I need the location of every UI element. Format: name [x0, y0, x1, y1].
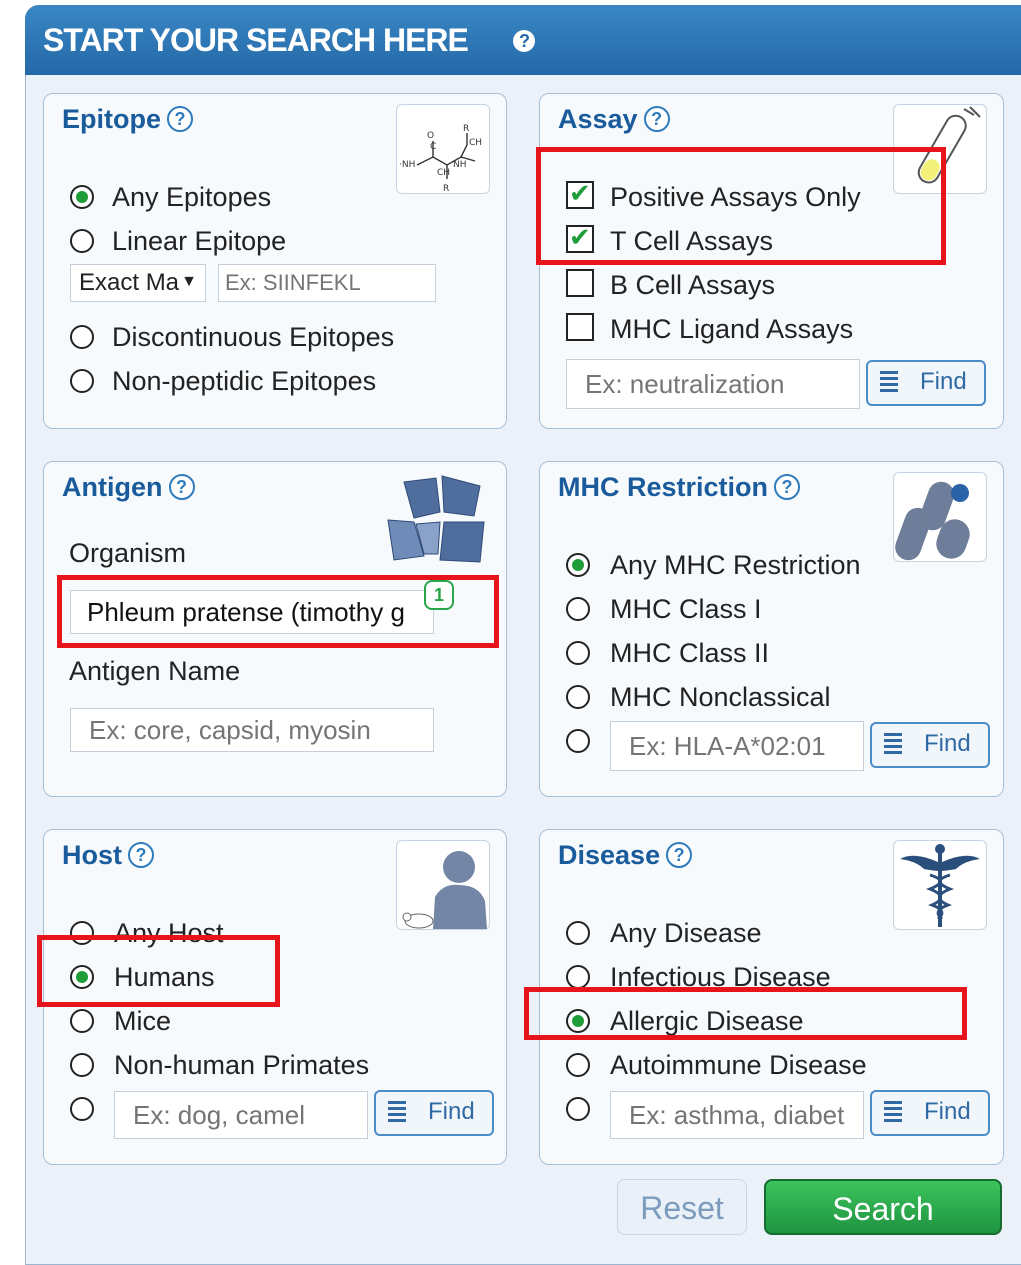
match-type-select[interactable]: Exact Ma ▼ [70, 264, 206, 302]
disease-title: Disease? [558, 840, 693, 871]
mhc-radio-class-i[interactable] [566, 597, 590, 621]
find-label: Find [924, 1098, 971, 1125]
antigen-name-label: Antigen Name [69, 656, 241, 686]
assay-search-input[interactable] [566, 359, 860, 409]
svg-text:R: R [443, 184, 449, 193]
disease-find-button[interactable]: Find [870, 1090, 990, 1136]
list-icon [884, 1101, 902, 1122]
search-header: START YOUR SEARCH HERE ? [25, 5, 1021, 75]
epitope-title: Epitope? [62, 104, 193, 135]
assay-find-button[interactable]: Find [866, 360, 986, 406]
list-icon [884, 733, 902, 754]
svg-text:·NH: ·NH [399, 160, 415, 170]
host-title: Host? [62, 840, 154, 871]
find-label: Find [924, 730, 971, 757]
match-type-value: Exact Ma [79, 269, 180, 296]
disease-radio-custom[interactable] [566, 1097, 590, 1121]
epitope-radio-any[interactable] [70, 185, 94, 209]
mhc-option-label: MHC Class II [610, 638, 770, 668]
list-icon [388, 1101, 406, 1122]
assay-check-label: B Cell Assays [610, 270, 776, 300]
svg-text:R: R [463, 124, 469, 134]
mhc-search-input[interactable] [610, 721, 864, 771]
mhc-find-button[interactable]: Find [870, 722, 990, 768]
mhc-radio-nonclassical[interactable] [566, 685, 590, 709]
disease-radio-any[interactable] [566, 921, 590, 945]
protein-structure-icon [387, 472, 490, 563]
svg-text:NH: NH [453, 160, 467, 170]
epitope-option-label: Discontinuous Epitopes [112, 322, 395, 352]
header-help-icon[interactable]: ? [513, 30, 535, 52]
highlight-allergic-disease [524, 987, 967, 1040]
mhc-title: MHC Restriction? [558, 472, 801, 503]
mhc-help-icon[interactable]: ? [774, 474, 801, 500]
sequence-input[interactable] [218, 264, 436, 302]
disease-radio-infectious[interactable] [566, 965, 590, 989]
epitope-help-icon[interactable]: ? [167, 106, 193, 132]
header-title: START YOUR SEARCH HERE [43, 22, 469, 58]
antigen-help-icon[interactable]: ? [168, 474, 195, 500]
caduceus-icon [893, 840, 987, 930]
epitope-radio-linear[interactable] [70, 229, 94, 253]
host-radio-mice[interactable] [70, 1009, 94, 1033]
epitope-option-label: Any Epitopes [112, 182, 272, 212]
epitope-radio-discontinuous[interactable] [70, 325, 94, 349]
mhc-radio-custom[interactable] [566, 729, 590, 753]
organism-label: Organism [69, 538, 187, 568]
host-find-button[interactable]: Find [374, 1090, 494, 1136]
list-icon [880, 371, 898, 392]
find-label: Find [428, 1098, 475, 1125]
disease-option-label: Autoimmune Disease [610, 1050, 867, 1080]
epitope-option-label: Non-peptidic Epitopes [112, 366, 377, 396]
highlight-assay-filters [536, 147, 946, 265]
mhc-option-label: MHC Nonclassical [610, 682, 831, 712]
assay-help-icon[interactable]: ? [643, 106, 670, 132]
host-search-input[interactable] [114, 1091, 368, 1139]
mhc-molecule-icon [893, 472, 987, 562]
disease-help-icon[interactable]: ? [666, 842, 693, 868]
reset-button[interactable]: Reset [617, 1179, 747, 1235]
svg-text:C: C [430, 142, 436, 152]
chevron-down-icon: ▼ [181, 273, 197, 290]
assay-title: Assay? [558, 104, 670, 135]
mhc-radio-class-ii[interactable] [566, 641, 590, 665]
disease-option-label: Any Disease [610, 918, 762, 948]
disease-radio-autoimmune[interactable] [566, 1053, 590, 1077]
epitope-option-label: Linear Epitope [112, 226, 287, 256]
svg-text:O: O [427, 131, 434, 141]
host-option-label: Mice [114, 1006, 172, 1036]
mhc-restriction-panel: MHC Restriction? Any MHC Restriction MHC… [539, 461, 1004, 797]
mhc-option-label: Any MHC Restriction [610, 550, 861, 580]
svg-text:CH: CH [469, 138, 482, 148]
highlight-organism [57, 575, 499, 648]
mhc-ligand-assays-checkbox[interactable] [566, 313, 594, 341]
disease-search-input[interactable] [610, 1091, 864, 1139]
svg-text:CH: CH [437, 168, 450, 178]
search-button[interactable]: Search [764, 1179, 1002, 1235]
host-radio-primates[interactable] [70, 1053, 94, 1077]
mhc-option-label: MHC Class I [610, 594, 762, 624]
host-help-icon[interactable]: ? [128, 842, 154, 868]
host-person-icon [396, 840, 490, 930]
antigen-title: Antigen? [62, 472, 195, 503]
host-radio-custom[interactable] [70, 1097, 94, 1121]
assay-check-label: MHC Ligand Assays [610, 314, 854, 344]
peptide-structure-icon: OC R CH NH CH ·NH R [396, 104, 490, 194]
b-cell-assays-checkbox[interactable] [566, 269, 594, 297]
highlight-humans [37, 935, 280, 1007]
find-label: Find [920, 368, 967, 395]
mhc-radio-any[interactable] [566, 553, 590, 577]
epitope-radio-nonpeptidic[interactable] [70, 369, 94, 393]
host-option-label: Non-human Primates [114, 1050, 370, 1080]
antigen-name-input[interactable] [70, 708, 434, 752]
epitope-panel: Epitope? OC R CH NH CH ·NH R Any Epitopes L… [43, 93, 507, 429]
